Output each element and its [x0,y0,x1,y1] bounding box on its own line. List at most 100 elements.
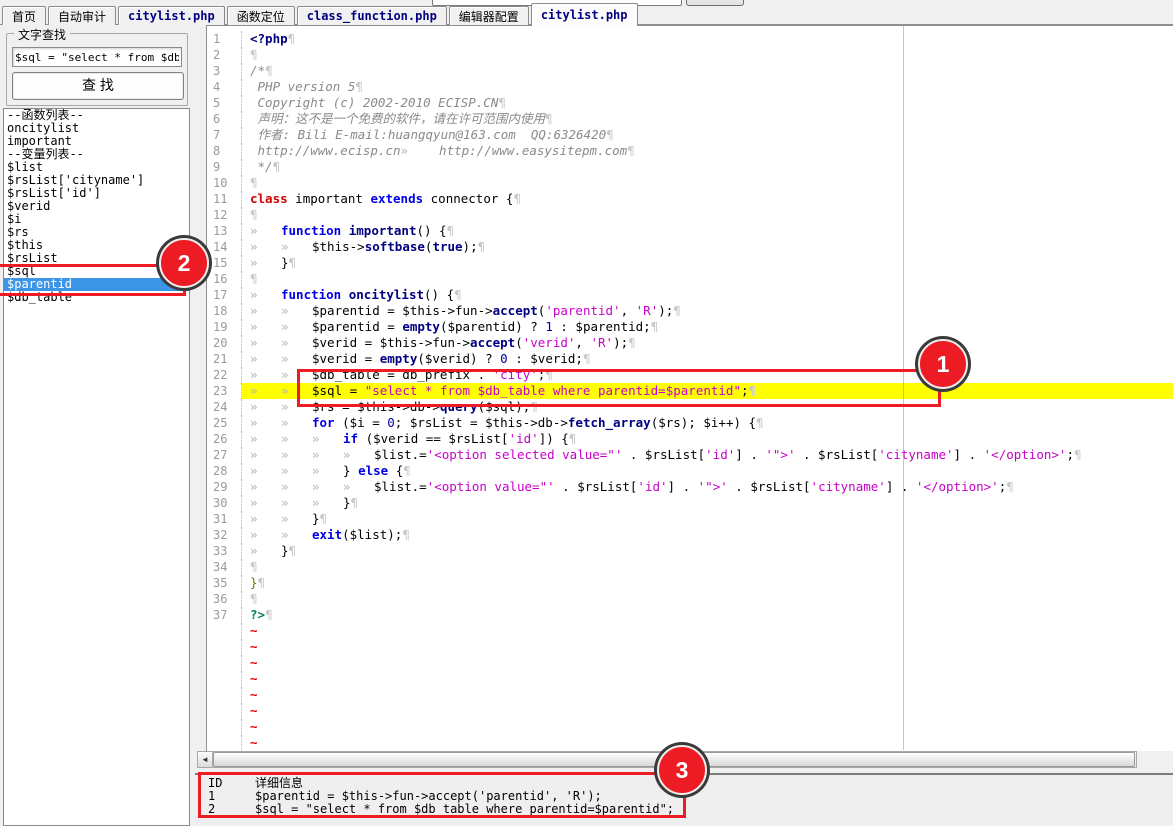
code-line-text: »»$db_table = db_prefix . 'city';¶ [242,367,1173,383]
line-number-empty [207,719,242,735]
list-item[interactable]: $verid [4,200,189,213]
pilcrow-marker: ¶ [478,239,486,254]
code-line-text: »»$parentid = empty($parentid) ? 1 : $pa… [242,319,1173,335]
code-line[interactable]: 15»}¶ [207,255,1173,271]
code-line-text: 作者: Bili E-mail:huangqyun@163.com QQ:632… [242,127,1173,143]
code-line[interactable]: 28»»»} else {¶ [207,463,1173,479]
code-line[interactable]: 25»»for ($i = 0; $rsList = $this->db->fe… [207,415,1173,431]
code-line[interactable]: 26»»»if ($verid == $rsList['id']) {¶ [207,431,1173,447]
code-line-text: ¶ [242,271,1173,287]
code-line[interactable]: 33»}¶ [207,543,1173,559]
pilcrow-marker: ¶ [250,559,258,574]
code-editor[interactable]: 1<?php¶2¶3/*¶4 PHP version 5¶5 Copyright… [206,25,1173,751]
tab-marker: » [281,319,312,335]
search-input[interactable] [12,47,182,67]
code-line-text: »}¶ [242,255,1173,271]
tab-auto-audit[interactable]: 自动审计 [48,6,116,25]
line-number: 4 [207,79,242,95]
list-item[interactable]: $db_table [4,291,189,304]
code-line-text: »»»»$list.='<option value="' . $rsList['… [242,479,1173,495]
detail-row-id: 2 [195,803,255,816]
code-line[interactable]: 20»»$verid = $this->fun->accept('verid',… [207,335,1173,351]
pilcrow-marker: ¶ [265,63,273,78]
pilcrow-marker: ¶ [569,431,577,446]
code-line[interactable]: 29»»»»$list.='<option value="' . $rsList… [207,479,1173,495]
line-number: 31 [207,511,242,527]
line-number: 33 [207,543,242,559]
code-line[interactable]: 22»»$db_table = db_prefix . 'city';¶ [207,367,1173,383]
code-line[interactable]: 27»»»»$list.='<option selected value="' … [207,447,1173,463]
tab-marker: » [281,351,312,367]
tab-marker: » [250,543,281,559]
code-line[interactable]: 37?>¶ [207,607,1173,623]
scrollbar-thumb[interactable] [213,752,1135,767]
code-line[interactable]: 14»»$this->softbase(true);¶ [207,239,1173,255]
pilcrow-marker: ¶ [545,111,553,126]
tab-marker: » [401,143,432,159]
horizontal-scrollbar[interactable]: ◄ [197,751,1137,768]
pilcrow-marker: ¶ [1006,479,1014,494]
pilcrow-marker: ¶ [673,303,681,318]
code-line[interactable]: 9 */¶ [207,159,1173,175]
code-line[interactable]: 31»»}¶ [207,511,1173,527]
line-number: 26 [207,431,242,447]
tab-marker: » [250,239,281,255]
detail-header-id: ID [195,777,255,790]
code-line[interactable]: 17»function oncitylist() {¶ [207,287,1173,303]
code-line[interactable]: 36¶ [207,591,1173,607]
line-number: 30 [207,495,242,511]
code-line-text: »»$verid = $this->fun->accept('verid', '… [242,335,1173,351]
pilcrow-marker: ¶ [250,591,258,606]
code-line[interactable]: 10¶ [207,175,1173,191]
code-line[interactable]: 8 http://www.ecisp.cn» http://www.easysi… [207,143,1173,159]
code-line[interactable]: 5 Copyright (c) 2002-2010 ECISP.CN¶ [207,95,1173,111]
code-line[interactable]: 6 声明：这不是一个免费的软件，请在许可范围内使用¶ [207,111,1173,127]
code-line[interactable]: 13»function important() {¶ [207,223,1173,239]
tab-marker: » [281,495,312,511]
line-number: 18 [207,303,242,319]
code-line-highlighted[interactable]: 23»»$sql = "select * from $db_table wher… [207,383,1173,399]
code-line[interactable]: 3/*¶ [207,63,1173,79]
search-button[interactable]: 查 找 [12,72,184,100]
code-line[interactable]: 1<?php¶ [207,31,1173,47]
detail-row[interactable]: 2$sql = "select * from $db_table where p… [195,803,895,816]
code-line[interactable]: 35}¶ [207,575,1173,591]
tab-marker: » [250,287,281,303]
tab-editor-config[interactable]: 编辑器配置 [449,6,529,25]
code-line[interactable]: 21»»$verid = empty($verid) ? 0 : $verid;… [207,351,1173,367]
symbol-listbox[interactable]: --函数列表--oncitylistimportant--变量列表--$list… [3,108,190,826]
tab-class-function-php[interactable]: class_function.php [297,6,447,25]
tilde-text: ~ [242,655,1173,671]
tab-citylist-php-active[interactable]: citylist.php [531,3,638,26]
tilde-text: ~ [242,703,1173,719]
line-number: 34 [207,559,242,575]
code-line-text: Copyright (c) 2002-2010 ECISP.CN¶ [242,95,1173,111]
line-number: 7 [207,127,242,143]
code-line[interactable]: 7 作者: Bili E-mail:huangqyun@163.com QQ:6… [207,127,1173,143]
code-line[interactable]: 32»»exit($list);¶ [207,527,1173,543]
top-partial-button[interactable] [686,0,744,6]
code-line[interactable]: 4 PHP version 5¶ [207,79,1173,95]
code-line[interactable]: 2¶ [207,47,1173,63]
code-line[interactable]: 11class important extends connector {¶ [207,191,1173,207]
code-line[interactable]: 34 ¶ [207,559,1173,575]
code-line[interactable]: 30»»»}¶ [207,495,1173,511]
tab-home[interactable]: 首页 [2,6,46,25]
code-line[interactable]: 12¶ [207,207,1173,223]
tab-marker: » [281,367,312,383]
code-line[interactable]: 16¶ [207,271,1173,287]
tab-marker: » [250,415,281,431]
tab-citylist-php[interactable]: citylist.php [118,6,225,25]
scroll-left-arrow-icon[interactable]: ◄ [198,752,213,767]
line-number-empty [207,655,242,671]
tab-marker: » [250,463,281,479]
tab-marker: » [312,431,343,447]
code-line[interactable]: 19»»$parentid = empty($parentid) ? 1 : $… [207,319,1173,335]
tab-marker: » [250,447,281,463]
code-line[interactable]: 24»»$rs = $this->db->query($sql);¶ [207,399,1173,415]
line-number: 14 [207,239,242,255]
code-line[interactable]: 18»»$parentid = $this->fun->accept('pare… [207,303,1173,319]
pilcrow-marker: ¶ [289,255,297,270]
tab-function-locator[interactable]: 函数定位 [227,6,295,25]
list-item[interactable]: $i [4,213,189,226]
